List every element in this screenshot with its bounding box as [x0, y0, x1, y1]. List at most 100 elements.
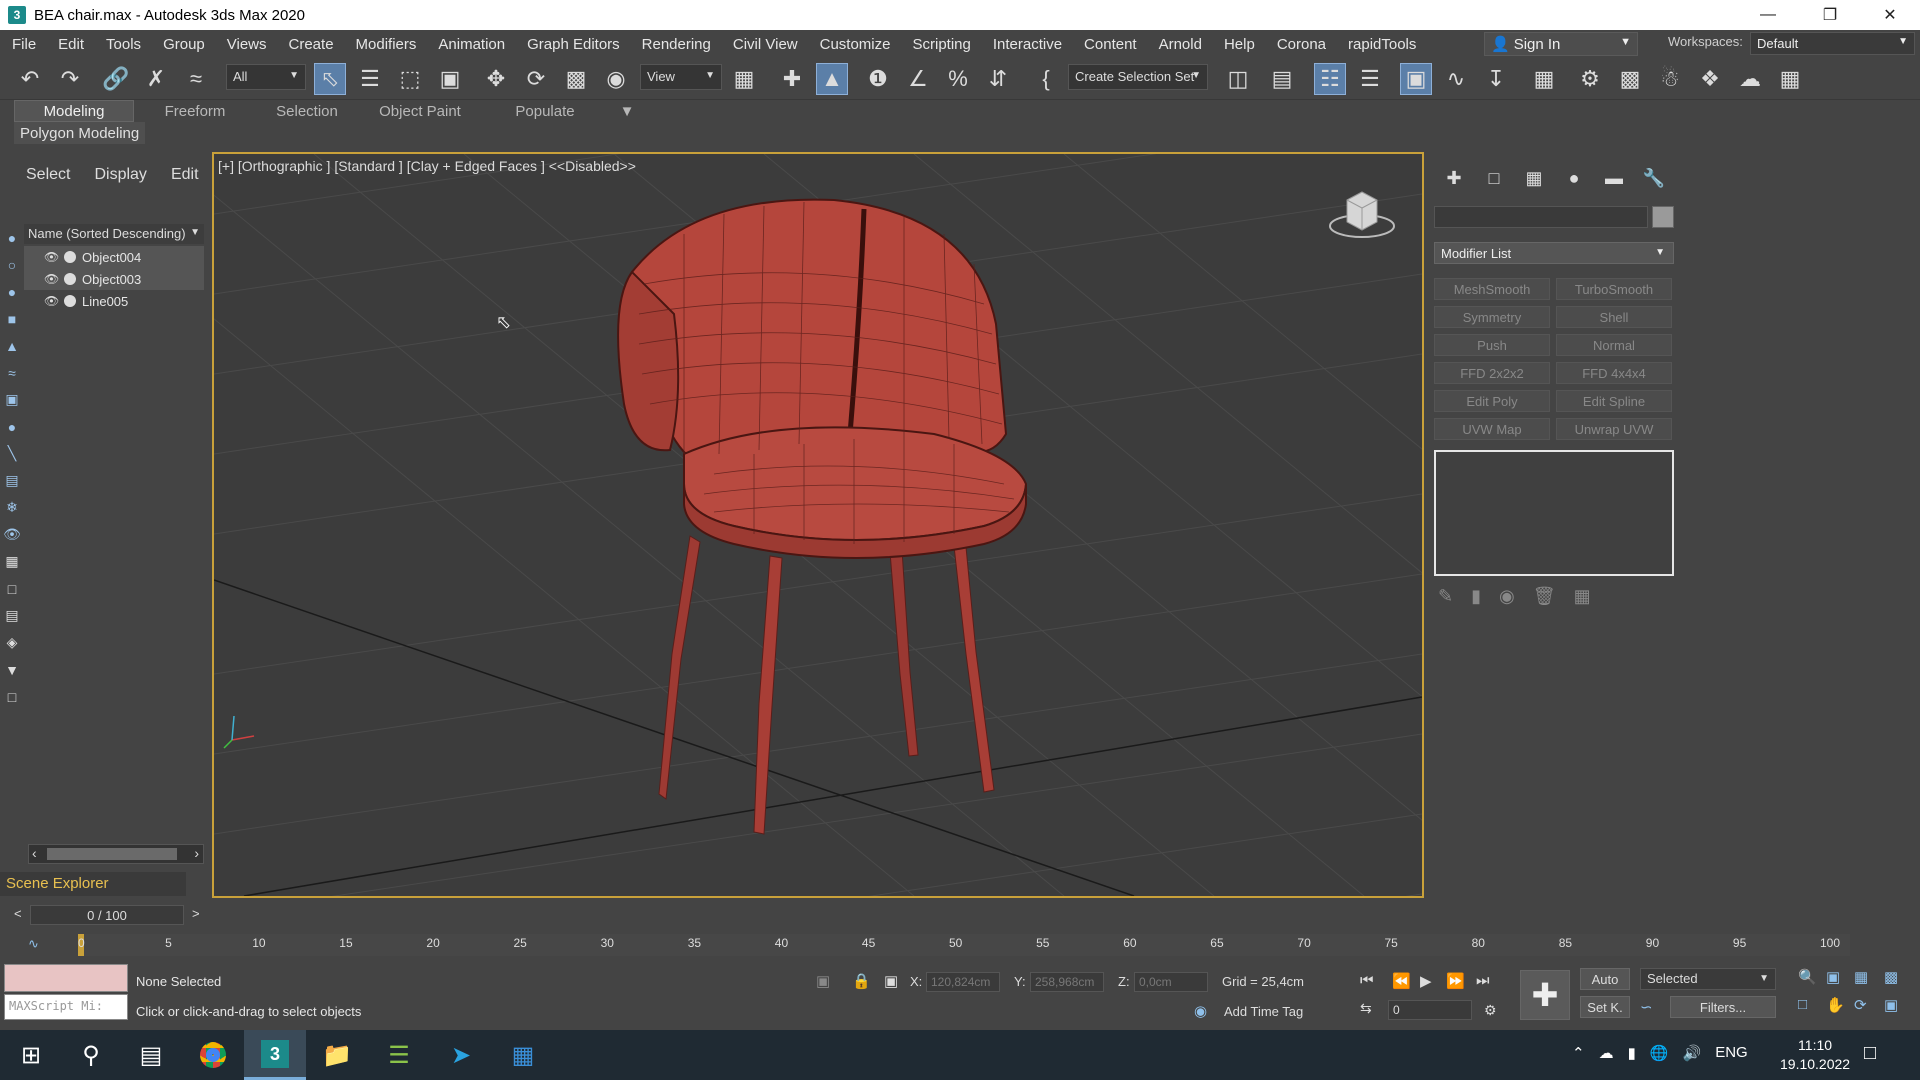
- file-explorer-icon[interactable]: 📁: [306, 1030, 368, 1080]
- create-tab-icon[interactable]: ✚: [1434, 164, 1474, 192]
- field-of-view-icon[interactable]: □: [1798, 996, 1807, 1013]
- zoom-all-icon[interactable]: ▣: [1826, 968, 1840, 986]
- play-icon[interactable]: ▶: [1420, 972, 1432, 990]
- scene-menu-edit[interactable]: Edit: [159, 166, 211, 184]
- normal-button[interactable]: Normal: [1556, 334, 1672, 356]
- menu-customize[interactable]: Customize: [809, 36, 902, 53]
- motion-tab-icon[interactable]: ●: [1554, 164, 1594, 192]
- find-icon[interactable]: □: [0, 683, 24, 710]
- modify-tab-icon[interactable]: □: [1474, 164, 1514, 192]
- object-name-field[interactable]: [1434, 206, 1648, 228]
- keyboard-shortcut-override-icon[interactable]: ▲: [816, 63, 848, 95]
- battery-icon[interactable]: ▮: [1628, 1044, 1636, 1062]
- remove-modifier-icon[interactable]: 🗑: [1533, 586, 1556, 607]
- redo-icon[interactable]: ↷: [54, 63, 86, 95]
- percent-snap-icon[interactable]: %: [942, 63, 974, 95]
- menu-arnold[interactable]: Arnold: [1148, 36, 1213, 53]
- time-next-icon[interactable]: >: [192, 906, 200, 921]
- filter-funnel-icon[interactable]: ▼: [0, 656, 24, 683]
- toggle-layer-explorer-icon[interactable]: ☰: [1354, 63, 1386, 95]
- display-bones-icon[interactable]: ╲: [0, 440, 24, 467]
- menu-edit[interactable]: Edit: [47, 36, 95, 53]
- selection-filter-dropdown[interactable]: All ▼: [226, 64, 306, 90]
- menu-scripting[interactable]: Scripting: [901, 36, 981, 53]
- menu-graph-editors[interactable]: Graph Editors: [516, 36, 631, 53]
- sort-column-header[interactable]: Name (Sorted Descending) ▼: [24, 224, 204, 244]
- zoom-extents-icon[interactable]: ▦: [1854, 968, 1868, 986]
- curve-editor-icon[interactable]: ∿: [1440, 63, 1472, 95]
- display-shapes-icon[interactable]: ○: [0, 251, 24, 278]
- key-filters-icon[interactable]: ∽: [1640, 998, 1653, 1016]
- pan-hand-icon[interactable]: ✋: [1826, 996, 1845, 1014]
- viewport-label[interactable]: [+] [Orthographic ] [Standard ] [Clay + …: [218, 158, 636, 174]
- shell-button[interactable]: Shell: [1556, 306, 1672, 328]
- onedrive-icon[interactable]: ☁: [1599, 1044, 1614, 1062]
- isolate-selection-icon[interactable]: ▣: [816, 972, 830, 990]
- show-end-result-icon[interactable]: ▮: [1471, 586, 1481, 607]
- sign-in-button[interactable]: 👤 Sign In ▼: [1484, 32, 1638, 56]
- scene-menu-select[interactable]: Select: [14, 166, 82, 184]
- menu-civil-view[interactable]: Civil View: [722, 36, 809, 53]
- key-selection-dropdown[interactable]: Selected ▼: [1640, 968, 1776, 990]
- link-icon[interactable]: 🔗: [100, 63, 132, 95]
- windows-start-icon[interactable]: ⊞: [0, 1030, 62, 1080]
- tab-selection[interactable]: Selection: [252, 100, 362, 122]
- bind-space-warp-icon[interactable]: ≈: [180, 63, 212, 95]
- display-hidden-icon[interactable]: 👁: [0, 521, 24, 548]
- utilities-tab-icon[interactable]: 🔧: [1634, 164, 1674, 192]
- modifier-list-dropdown[interactable]: Modifier List ▼: [1434, 242, 1674, 264]
- selection-lock-icon[interactable]: 🔒: [852, 972, 871, 990]
- rendered-frame-window-icon[interactable]: ▩: [1614, 63, 1646, 95]
- ffd-2x2x2-button[interactable]: FFD 2x2x2: [1434, 362, 1550, 384]
- maximize-viewport-icon[interactable]: ▣: [1884, 996, 1898, 1014]
- display-all-icon[interactable]: ▦: [0, 548, 24, 575]
- set-key-big-icon[interactable]: ✚: [1520, 970, 1570, 1020]
- track-bar[interactable]: ∿ 0 5 10 15 20 25 30 35 40 45 50 55 60 65 70 75 80 85 90 95…: [0, 930, 1920, 960]
- menu-corona[interactable]: Corona: [1266, 36, 1337, 53]
- angle-snap-icon[interactable]: ∠: [902, 63, 934, 95]
- mirror-icon[interactable]: ◫: [1222, 63, 1254, 95]
- symmetry-button[interactable]: Symmetry: [1434, 306, 1550, 328]
- undo-icon[interactable]: ↶: [14, 63, 46, 95]
- menu-create[interactable]: Create: [278, 36, 345, 53]
- tab-populate[interactable]: Populate: [490, 100, 600, 122]
- freeze-dot-icon[interactable]: [64, 295, 76, 307]
- menu-help[interactable]: Help: [1213, 36, 1266, 53]
- y-coordinate-field[interactable]: 258,968cm: [1030, 972, 1104, 992]
- align-icon[interactable]: ▤: [1266, 63, 1298, 95]
- modifier-stack[interactable]: [1434, 450, 1674, 576]
- push-button[interactable]: Push: [1434, 334, 1550, 356]
- chrome-icon[interactable]: [182, 1030, 244, 1080]
- render-setup-icon[interactable]: ⚙: [1574, 63, 1606, 95]
- set-key-button[interactable]: Set K.: [1580, 996, 1630, 1018]
- pivot-center-icon[interactable]: ▦: [728, 63, 760, 95]
- task-view-icon[interactable]: ▤: [120, 1030, 182, 1080]
- go-to-end-icon[interactable]: ⏭: [1476, 972, 1490, 989]
- move-icon[interactable]: ✥: [480, 63, 512, 95]
- scroll-left-icon[interactable]: ‹: [32, 845, 37, 861]
- material-editor-icon[interactable]: ▦: [1528, 63, 1560, 95]
- z-coordinate-field[interactable]: 0,0cm: [1134, 972, 1208, 992]
- clock[interactable]: 11:10 19.10.2022: [1780, 1036, 1850, 1074]
- menu-tools[interactable]: Tools: [95, 36, 152, 53]
- display-xrefs-icon[interactable]: ●: [0, 413, 24, 440]
- previous-frame-icon[interactable]: ⏪: [1392, 972, 1411, 990]
- go-to-start-icon[interactable]: ⏮: [1360, 972, 1374, 989]
- workspaces-dropdown[interactable]: Default ▼: [1750, 32, 1915, 55]
- restore-icon[interactable]: ❐: [1802, 0, 1858, 30]
- filter-icon[interactable]: ◈: [0, 629, 24, 656]
- rotate-icon[interactable]: ⟳: [520, 63, 552, 95]
- select-manipulate-icon[interactable]: ✚: [776, 63, 808, 95]
- current-frame-field[interactable]: 0: [1388, 1000, 1472, 1020]
- schematic-view-icon[interactable]: ↧: [1480, 63, 1512, 95]
- object-color-swatch[interactable]: [1652, 206, 1674, 228]
- zoom-extents-all-icon[interactable]: ▩: [1884, 968, 1898, 986]
- edit-named-selection-icon[interactable]: {: [1030, 63, 1062, 95]
- perspective-viewport[interactable]: [+] [Orthographic ] [Standard ] [Clay + …: [212, 152, 1424, 898]
- time-slider[interactable]: 0 / 100: [30, 905, 184, 925]
- x-coordinate-field[interactable]: 120,824cm: [926, 972, 1000, 992]
- display-helpers-icon[interactable]: ▲: [0, 332, 24, 359]
- rectangular-region-icon[interactable]: ⬚: [394, 63, 426, 95]
- ffd-4x4x4-button[interactable]: FFD 4x4x4: [1556, 362, 1672, 384]
- freeze-dot-icon[interactable]: [64, 273, 76, 285]
